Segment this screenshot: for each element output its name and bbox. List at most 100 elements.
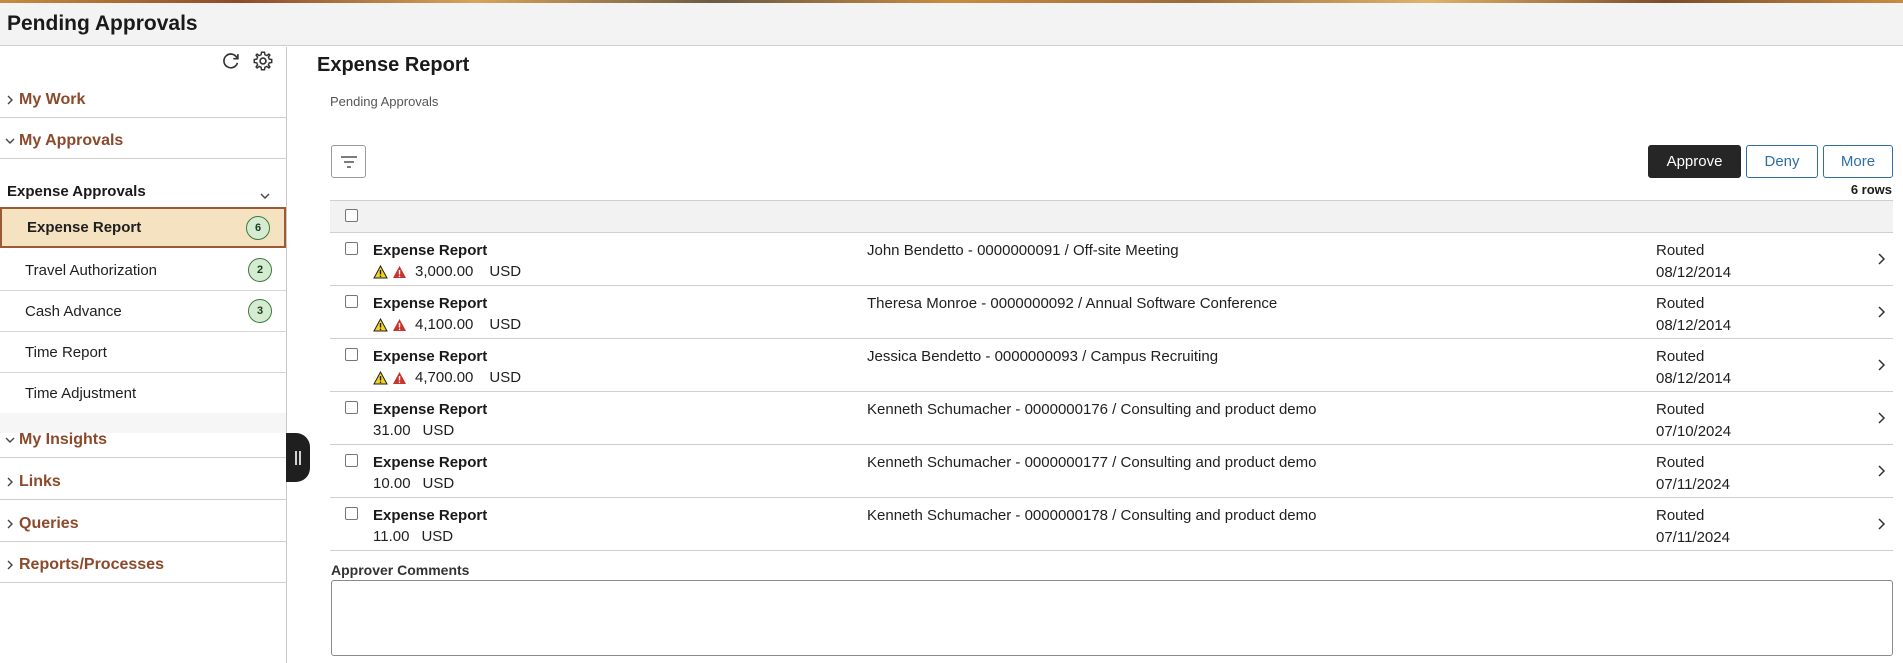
action-bar: Approve Deny More xyxy=(1648,145,1893,178)
sidebar-item-label: Time Adjustment xyxy=(25,385,137,402)
chevron-right-icon xyxy=(7,95,13,104)
section-label: My Work xyxy=(19,90,86,108)
sidebar-item-time-report[interactable]: Time Report xyxy=(0,332,286,373)
count-badge: 2 xyxy=(248,258,272,282)
title-bar: Pending Approvals xyxy=(0,3,1903,46)
row-date: 07/10/2024 xyxy=(1656,423,1732,440)
row-checkbox[interactable] xyxy=(345,242,358,255)
row-checkbox[interactable] xyxy=(345,507,358,520)
chevron-down-icon xyxy=(260,193,270,199)
approve-button[interactable]: Approve xyxy=(1648,145,1741,178)
row-title: Expense Report xyxy=(373,348,488,365)
error-icon xyxy=(393,265,406,278)
refresh-icon[interactable] xyxy=(220,50,242,72)
table-row[interactable]: Expense Report 4,700.00 USD Jessica Bend… xyxy=(330,339,1893,392)
row-count: 6 rows xyxy=(1850,182,1892,197)
chevron-down-icon xyxy=(5,437,15,443)
section-label: Links xyxy=(19,472,61,490)
row-amount: 3,000.00 USD xyxy=(373,263,521,280)
group-expense-approvals[interactable]: Expense Approvals xyxy=(0,174,286,208)
approver-comments-label: Approver Comments xyxy=(331,562,470,578)
table-row[interactable]: Expense Report 11.00 USD Kenneth Schumach… xyxy=(330,498,1893,551)
row-status: Routed xyxy=(1656,401,1705,418)
row-title: Expense Report xyxy=(373,295,488,312)
row-status: Routed xyxy=(1656,348,1705,365)
section-links[interactable]: Links xyxy=(0,464,286,500)
sidebar-item-label: Time Report xyxy=(25,343,107,361)
table-row[interactable]: Expense Report 3,000.00 USD John Bendett… xyxy=(330,233,1893,286)
row-amount: 10.00 USD xyxy=(373,475,454,492)
row-description: John Bendetto - 0000000091 / Off-site Me… xyxy=(867,242,1179,259)
sidebar-item-expense-report[interactable]: Expense Report 6 xyxy=(0,207,286,248)
app-title: Pending Approvals xyxy=(7,12,198,35)
chevron-right-icon xyxy=(1878,465,1886,477)
table-row[interactable]: Expense Report 10.00 USD Kenneth Schumach… xyxy=(330,445,1893,498)
currency-code: USD xyxy=(489,263,522,280)
row-description: Kenneth Schumacher - 0000000178 / Consul… xyxy=(867,507,1317,524)
gear-icon[interactable] xyxy=(252,50,274,72)
sidebar-item-cash-advance[interactable]: Cash Advance 3 xyxy=(0,291,286,332)
row-checkbox[interactable] xyxy=(345,454,358,467)
page-title: Expense Report xyxy=(317,54,470,76)
row-description: Kenneth Schumacher - 0000000177 / Consul… xyxy=(867,454,1317,471)
currency-code: USD xyxy=(422,475,455,492)
amount-value: 31.00 xyxy=(373,422,411,439)
row-date: 07/11/2024 xyxy=(1656,476,1730,493)
chevron-right-icon xyxy=(1878,306,1886,318)
sidebar-item-time-adjustment[interactable]: Time Adjustment xyxy=(0,373,286,414)
filter-button[interactable] xyxy=(331,145,366,178)
row-date: 08/12/2014 xyxy=(1656,317,1732,334)
currency-code: USD xyxy=(422,422,455,439)
row-checkbox[interactable] xyxy=(345,401,358,414)
row-checkbox[interactable] xyxy=(345,295,358,308)
chevron-right-icon xyxy=(1878,359,1886,371)
table-header xyxy=(330,200,1893,233)
row-status: Routed xyxy=(1656,454,1705,471)
row-description: Jessica Bendetto - 0000000093 / Campus R… xyxy=(867,348,1219,365)
amount-value: 3,000.00 xyxy=(415,263,474,280)
select-all-checkbox[interactable] xyxy=(345,209,358,222)
amount-value: 4,700.00 xyxy=(415,369,474,386)
deny-button[interactable]: Deny xyxy=(1746,145,1818,178)
row-description: Theresa Monroe - 0000000092 / Annual Sof… xyxy=(867,295,1278,312)
warning-icon xyxy=(373,317,388,331)
sidebar-item-travel-authorization[interactable]: Travel Authorization 2 xyxy=(0,250,286,291)
error-icon xyxy=(393,318,406,331)
amount-value: 10.00 xyxy=(373,475,411,492)
section-reports-processes[interactable]: Reports/Processes xyxy=(0,547,286,583)
row-status: Routed xyxy=(1656,242,1705,259)
row-title: Expense Report xyxy=(373,242,488,259)
chevron-right-icon xyxy=(1878,518,1886,530)
chevron-right-icon xyxy=(1878,412,1886,424)
row-date: 07/11/2024 xyxy=(1656,529,1730,546)
amount-value: 11.00 xyxy=(373,528,410,545)
section-my-insights[interactable]: My Insights xyxy=(0,422,286,458)
more-button[interactable]: More xyxy=(1823,145,1893,178)
group-label: Expense Approvals xyxy=(7,182,146,200)
amount-value: 4,100.00 xyxy=(415,316,474,333)
approver-comments-input[interactable] xyxy=(331,580,1893,656)
section-queries[interactable]: Queries xyxy=(0,506,286,542)
breadcrumb[interactable]: Pending Approvals xyxy=(330,94,438,109)
currency-code: USD xyxy=(489,369,522,386)
count-badge: 6 xyxy=(246,215,270,240)
main-content: Expense Report Pending Approvals Approve… xyxy=(288,47,1903,663)
row-title: Expense Report xyxy=(373,401,488,418)
table-row[interactable]: Expense Report 31.00 USD Kenneth Schumach… xyxy=(330,392,1893,445)
table-row[interactable]: Expense Report 4,100.00 USD Theresa Monr… xyxy=(330,286,1893,339)
row-title: Expense Report xyxy=(373,454,488,471)
section-my-work[interactable]: My Work xyxy=(0,82,286,118)
chevron-right-icon xyxy=(7,560,13,569)
section-my-approvals[interactable]: My Approvals xyxy=(0,123,286,159)
row-status: Routed xyxy=(1656,295,1705,312)
sidebar: My Work My Approvals Expense Approvals E… xyxy=(0,47,287,663)
row-amount: 31.00 USD xyxy=(373,422,454,439)
chevron-right-icon xyxy=(1878,253,1886,265)
currency-code: USD xyxy=(489,316,522,333)
chevron-right-icon xyxy=(7,519,13,528)
row-amount: 4,100.00 USD xyxy=(373,316,521,333)
row-amount: 11.00 USD xyxy=(373,528,453,545)
error-icon xyxy=(393,371,406,384)
row-checkbox[interactable] xyxy=(345,348,358,361)
sidebar-item-label: Cash Advance xyxy=(25,302,122,320)
